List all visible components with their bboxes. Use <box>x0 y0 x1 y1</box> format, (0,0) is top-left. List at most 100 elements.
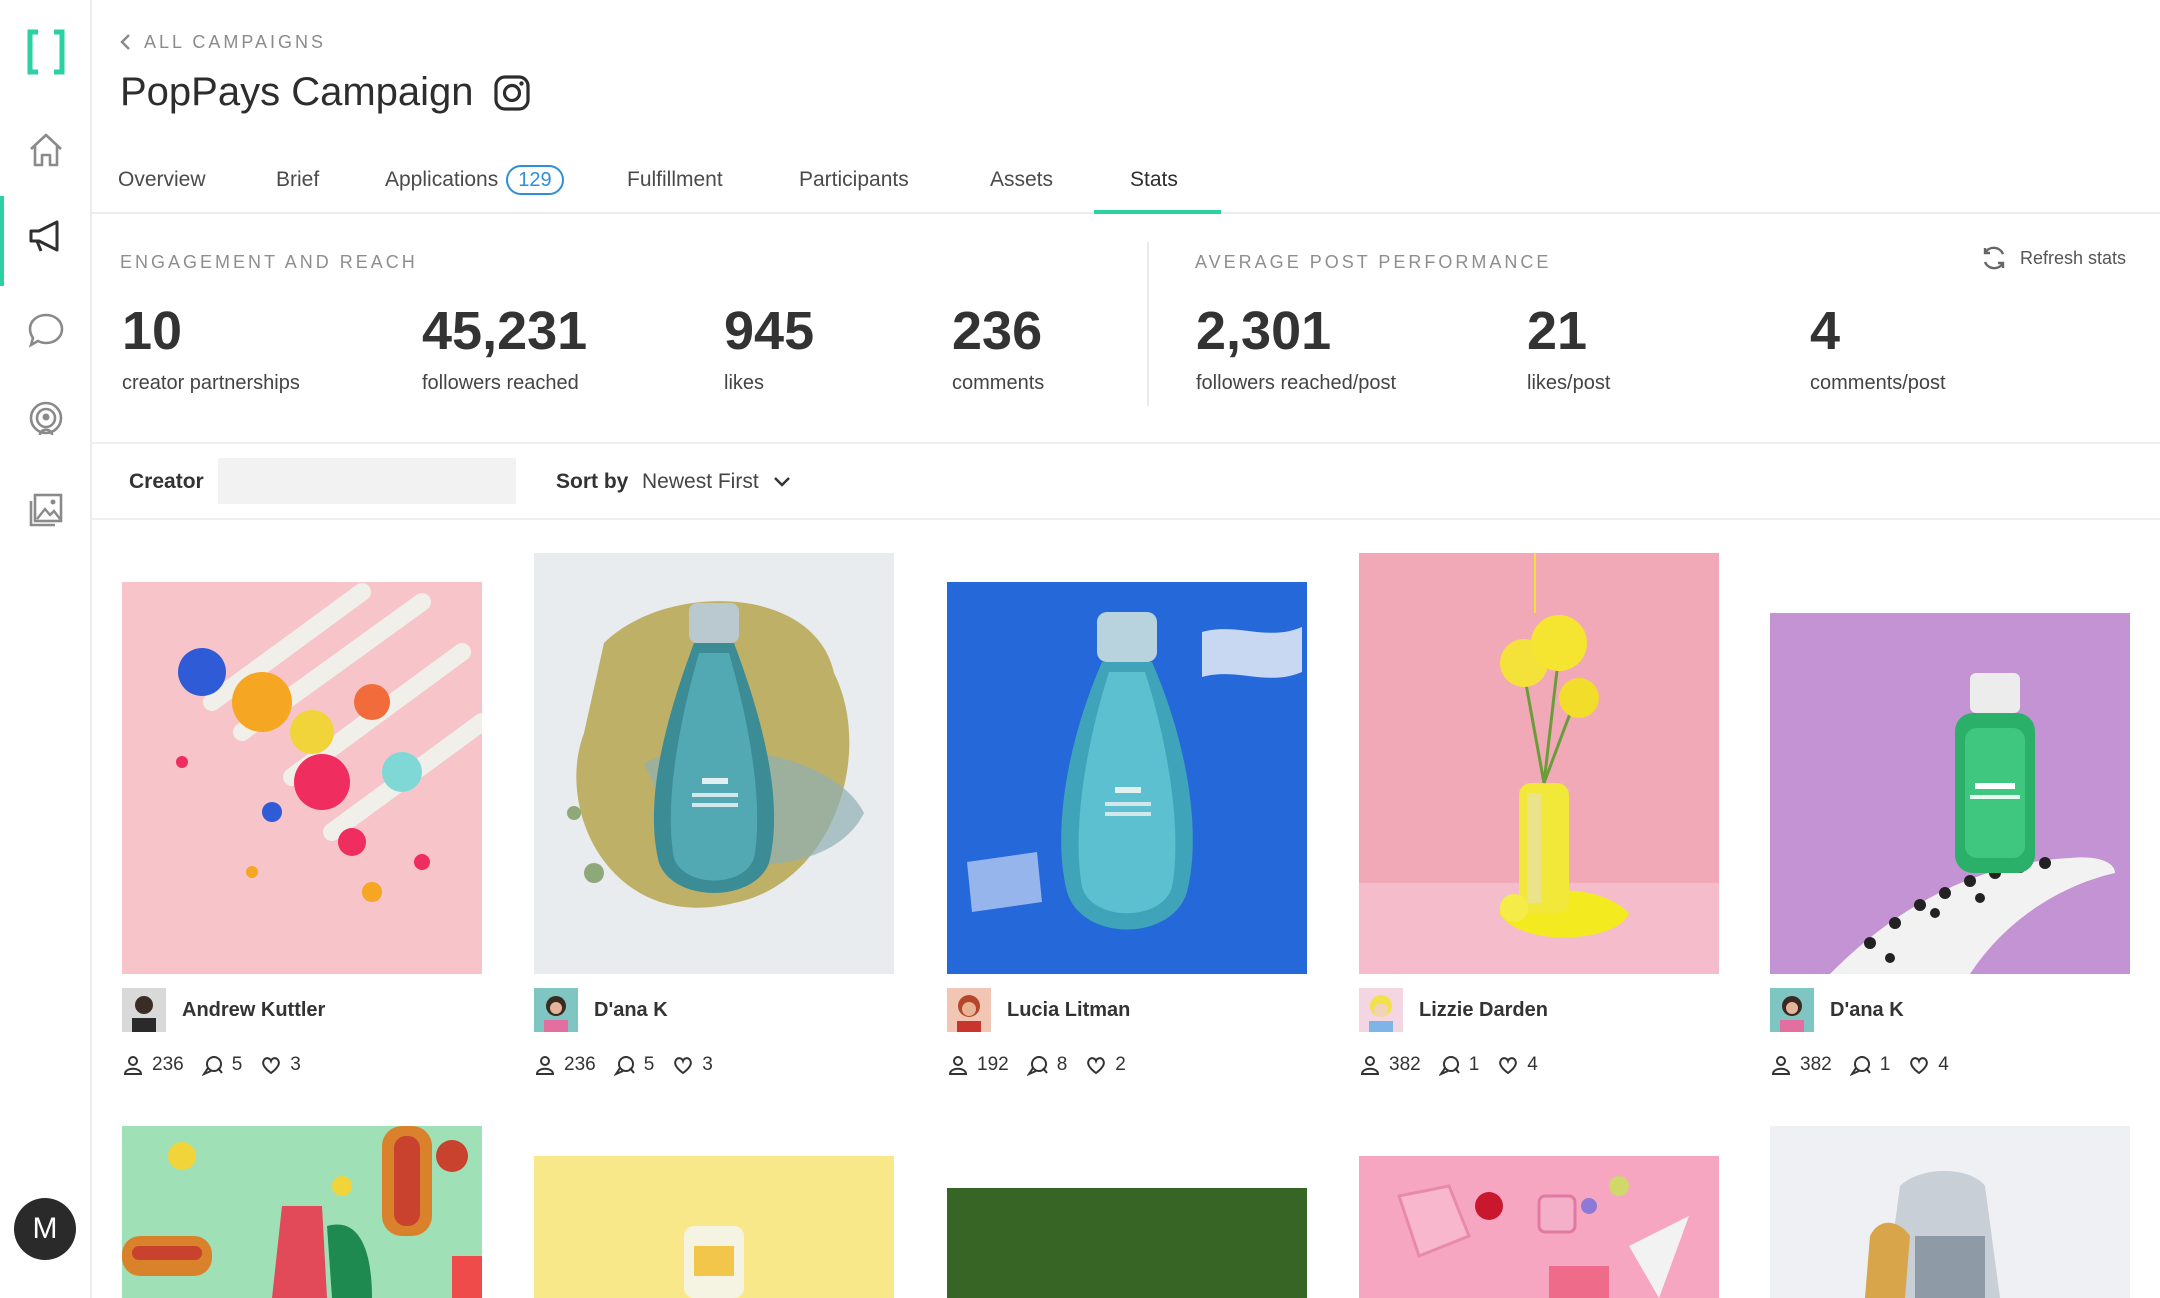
tab-stats[interactable]: Stats <box>1130 164 1178 196</box>
creator-name: Lucia Litman <box>1007 998 1131 1021</box>
comments-count: 1 <box>1468 1054 1480 1075</box>
breadcrumb[interactable]: ALL CAMPAIGNS <box>118 30 326 54</box>
person-icon <box>948 1056 968 1075</box>
average-heading: AVERAGE POST PERFORMANCE <box>1195 252 1552 272</box>
tab-participants[interactable]: Participants <box>799 164 909 196</box>
post-image[interactable] <box>534 553 894 974</box>
comments-count: 5 <box>643 1054 655 1075</box>
stat-value: 2,301 <box>1196 301 1332 361</box>
followers-metric: 382 <box>1359 1054 1421 1076</box>
tab-label: Applications <box>385 168 499 191</box>
creator-avatar <box>1359 988 1403 1032</box>
likes-count: 3 <box>290 1054 301 1075</box>
comment-icon <box>613 1056 635 1076</box>
creator-row[interactable]: Lucia Litman <box>947 988 1130 1032</box>
sidebar-item-creators[interactable] <box>0 380 92 460</box>
stat-label: comments <box>952 372 1045 394</box>
breadcrumb-label: ALL CAMPAIGNS <box>144 31 327 52</box>
chevron-down-icon <box>773 477 790 487</box>
post-metrics: 382 1 4 <box>1359 1054 1538 1076</box>
sort-selected-value: Newest First <box>642 470 759 493</box>
heart-icon <box>1499 1057 1518 1075</box>
creator-row[interactable]: D'ana K <box>1770 988 1904 1032</box>
posts-grid: Andrew Kuttler 236 5 3 D'ana K 236 5 3 L… <box>0 520 2160 1298</box>
sidebar-item-home[interactable] <box>0 110 92 190</box>
comments-count: 5 <box>231 1054 243 1075</box>
creator-row[interactable]: Andrew Kuttler <box>122 988 325 1032</box>
stat-value: 4 <box>1810 301 1841 361</box>
app: M ALL CAMPAIGNS PopPays Campaign Overvie… <box>0 0 2160 1298</box>
stat-value: 236 <box>952 301 1043 361</box>
likes-count: 4 <box>1938 1054 1949 1075</box>
post-image[interactable] <box>1359 553 1719 974</box>
heart-icon <box>262 1057 281 1075</box>
comment-icon <box>1026 1056 1048 1076</box>
creator-name: D'ana K <box>1830 998 1904 1021</box>
instagram-icon <box>493 74 530 111</box>
stat-value: 45,231 <box>422 301 588 361</box>
post-image[interactable] <box>947 1188 1307 1298</box>
creator-name: Andrew Kuttler <box>182 998 326 1021</box>
person-icon <box>1771 1056 1791 1075</box>
creator-filter-input[interactable] <box>218 458 516 504</box>
tab-fulfillment[interactable]: Fulfillment <box>627 164 723 196</box>
sort-dropdown[interactable]: Newest First <box>642 470 791 494</box>
brand-logo-icon[interactable] <box>24 28 68 76</box>
stat-creator-partnerships: 10 creator partnerships <box>122 304 300 395</box>
sidebar-item-messages[interactable] <box>0 290 92 370</box>
tab-brief[interactable]: Brief <box>276 164 319 196</box>
post-metrics: 236 5 3 <box>534 1054 713 1076</box>
tab-label: Participants <box>799 168 909 191</box>
heart-icon <box>1910 1057 1929 1075</box>
engagement-heading: ENGAGEMENT AND REACH <box>120 252 418 272</box>
tab-label: Fulfillment <box>627 168 723 191</box>
followers-metric: 236 <box>122 1054 184 1076</box>
post-image[interactable] <box>1770 613 2130 974</box>
stat-likes: 945 likes <box>724 304 814 395</box>
post-image[interactable] <box>1359 1156 1719 1298</box>
stats-panel: ENGAGEMENT AND REACH 10 creator partners… <box>92 216 2160 444</box>
person-icon <box>1360 1056 1380 1075</box>
creator-row[interactable]: Lizzie Darden <box>1359 988 1548 1032</box>
likes-metric: 3 <box>260 1054 301 1076</box>
stat-label: followers reached/post <box>1196 372 1397 394</box>
stat-followers-reached: 45,231 followers reached <box>422 304 587 395</box>
post-image[interactable] <box>534 1156 894 1298</box>
post-image[interactable] <box>122 1126 482 1298</box>
chevron-left-icon <box>120 34 130 50</box>
post-image[interactable] <box>947 582 1307 974</box>
stat-label: likes/post <box>1527 372 1611 394</box>
creator-row[interactable]: D'ana K <box>534 988 668 1032</box>
followers-count: 382 <box>1389 1054 1421 1075</box>
stats-divider <box>1147 242 1149 406</box>
followers-count: 236 <box>152 1054 184 1075</box>
tab-label: Assets <box>990 168 1054 191</box>
post-image[interactable] <box>1770 1126 2130 1298</box>
tab-label: Overview <box>118 168 206 191</box>
tab-applications[interactable]: Applications 129 <box>385 164 564 196</box>
creator-name: D'ana K <box>594 998 668 1021</box>
stat-label: followers reached <box>422 372 579 394</box>
heart-icon <box>1087 1057 1106 1075</box>
followers-metric: 382 <box>1770 1054 1832 1076</box>
likes-count: 3 <box>702 1054 713 1075</box>
stat-value: 21 <box>1527 301 1588 361</box>
likes-count: 4 <box>1527 1054 1538 1075</box>
comments-count: 1 <box>1879 1054 1891 1075</box>
refresh-stats-button[interactable]: Refresh stats <box>1980 244 2126 272</box>
chat-bubble-icon <box>28 313 64 348</box>
active-tab-indicator <box>1094 210 1221 214</box>
tab-assets[interactable]: Assets <box>990 164 1053 196</box>
likes-count: 2 <box>1115 1054 1126 1075</box>
creator-avatar <box>1770 988 1814 1032</box>
sort-by-label: Sort by <box>556 470 629 493</box>
sidebar-item-campaigns[interactable] <box>0 196 92 286</box>
person-icon <box>535 1056 555 1075</box>
post-image[interactable] <box>122 582 482 974</box>
followers-count: 382 <box>1800 1054 1832 1075</box>
comment-icon <box>1438 1056 1460 1076</box>
tab-overview[interactable]: Overview <box>118 164 206 196</box>
followers-count: 192 <box>977 1054 1009 1075</box>
creator-avatar <box>947 988 991 1032</box>
stat-likes-per-post: 21 likes/post <box>1527 304 1610 395</box>
